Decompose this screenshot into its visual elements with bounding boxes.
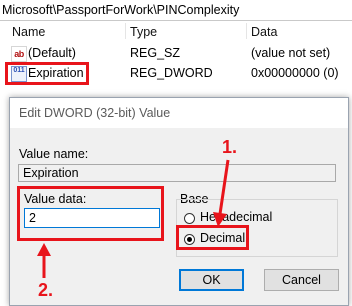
dialog-title: Edit DWORD (32-bit) Value xyxy=(19,106,171,120)
registry-row-default[interactable]: ab (Default) REG_SZ (value not set) xyxy=(0,45,352,63)
value-data: 0x00000000 (0) xyxy=(251,66,339,80)
step-1-label: 1. xyxy=(222,137,238,157)
column-divider[interactable] xyxy=(246,23,247,39)
column-divider[interactable] xyxy=(125,23,126,39)
registry-path: Microsoft\PassportForWork\PINComplexity xyxy=(2,3,240,17)
column-header-data[interactable]: Data xyxy=(251,25,277,39)
expiration-highlight-box xyxy=(5,62,89,85)
registry-path-bar[interactable]: Microsoft\PassportForWork\PINComplexity xyxy=(0,0,352,21)
value-data-highlight-box xyxy=(17,186,164,241)
decimal-highlight-box xyxy=(176,225,249,250)
value-data: (value not set) xyxy=(251,46,331,60)
step-2-label: 2. xyxy=(38,280,54,300)
ok-button[interactable]: OK xyxy=(179,269,244,291)
dialog-titlebar[interactable]: Edit DWORD (32-bit) Value xyxy=(10,98,348,128)
cancel-button[interactable]: Cancel xyxy=(264,269,339,291)
hexadecimal-label[interactable]: Hexadecimal xyxy=(200,210,272,224)
value-type: REG_SZ xyxy=(130,46,181,60)
value-type: REG_DWORD xyxy=(130,66,213,80)
string-value-icon: ab xyxy=(11,46,27,62)
value-name-field: Expiration xyxy=(18,164,336,182)
column-header-type[interactable]: Type xyxy=(130,25,157,39)
value-name: (Default) xyxy=(28,46,76,60)
column-header-name[interactable]: Name xyxy=(12,25,45,39)
hexadecimal-radio[interactable] xyxy=(184,213,195,224)
value-name-label: Value name: xyxy=(19,147,89,161)
